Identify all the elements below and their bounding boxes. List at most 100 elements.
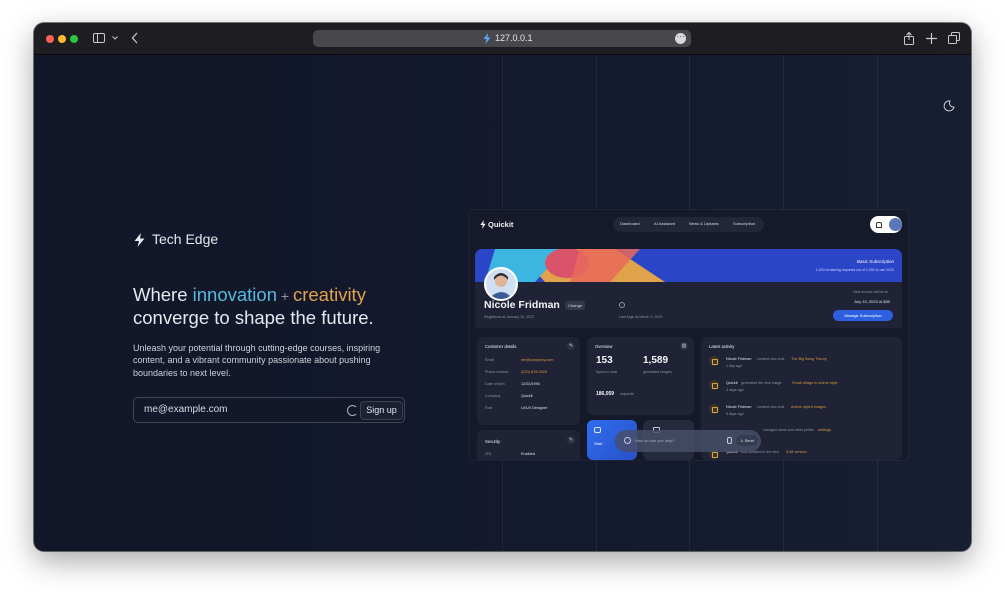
url-text: 127.0.0.1 [495,33,533,43]
signup-button[interactable]: Sign up [360,401,403,420]
chevron-down-icon[interactable] [112,36,118,40]
browser-toolbar: 127.0.0.1 ··· [34,23,971,55]
images-label: generated images [643,370,672,374]
chat-icon [709,404,719,414]
chat-bubble-icon [594,427,601,433]
images-count: 1,589 [643,355,669,366]
change-avatar-button[interactable]: Change [565,301,586,310]
next-invoice: July 10, 2023 of $30 [854,299,891,304]
share-icon[interactable] [904,32,914,45]
activity-target[interactable]: settings [818,428,831,432]
microphone-icon[interactable] [727,437,732,444]
last-login: Last login at March 3, 2023 [619,315,663,319]
chat-input[interactable]: How do can you help? [635,438,675,443]
landing-page: Tech Edge Where innovation + creativity … [34,55,971,551]
topics-label: topics in chat [596,370,617,374]
close-window-button[interactable] [46,35,54,43]
new-tab-icon[interactable] [926,33,937,44]
login-icon [619,302,625,308]
activity-when: 3 days ago [726,388,744,392]
activity-what: generated the new image [741,381,782,385]
back-arrow-icon[interactable] [131,32,139,44]
tab-overview-icon[interactable] [948,32,960,44]
activity-title: Latest activity [709,344,735,349]
field-2fa: Enabled [521,452,535,456]
topics-count: 153 [596,355,613,366]
activity-target[interactable]: 3.08 version [786,450,807,454]
plan-remaining: 1,000 remaining requests out of 1,000 to… [815,268,894,272]
minimize-window-button[interactable] [58,35,66,43]
dashboard-preview: Quickit Dashboard AI Assistant News & Up… [469,210,908,460]
activity-target[interactable]: Anime styled images [791,405,826,409]
headline-prefix: Where [133,284,193,305]
field-label: Email [485,358,494,362]
bolt-icon [480,220,486,229]
requests-count: 186,059 [596,391,615,397]
activity-what: changed name and other profile [763,428,814,432]
requests-label: requests [620,392,634,396]
customer-details-title: Customer details [485,344,517,349]
edit-icon[interactable]: ✎ [567,436,575,444]
avatar[interactable] [889,218,902,231]
activity-who: Nicole Fridman [726,357,752,361]
hero-headline: Where innovation + creativity converge t… [133,284,423,329]
activity-who: Nicole Fridman [726,405,752,409]
email-field[interactable]: me@example.com [144,404,228,415]
activity-target[interactable]: Small village in anime style [792,381,838,385]
field-birth: 12/02/1994 [521,382,541,386]
banner-art [485,249,665,282]
nav-subscription[interactable]: Subscription [733,221,755,226]
image-icon [709,380,719,390]
activity-when: 1 day ago [726,364,742,368]
field-company: Quickit [521,394,533,398]
headline-rest: converge to shape the future. [133,307,374,328]
bolt-icon [134,233,145,247]
field-label: Company [485,394,501,398]
theme-toggle-icon[interactable] [943,100,955,112]
brand-name: Tech Edge [152,231,219,247]
bolt-icon [483,33,491,44]
field-label: Phone number [485,370,509,374]
user-menu[interactable] [870,216,902,233]
more-options-icon[interactable]: ··· [675,33,686,44]
headline-innovation: innovation [192,284,277,305]
profile-name: Nicole Fridman [484,299,560,311]
plan-name: Basic Subscription [856,259,894,264]
field-label: Date of birth [485,382,505,386]
start-label: Start [594,441,603,446]
headline-plus: + [280,288,290,304]
manage-subscription-button[interactable]: Manage Subscription [833,310,893,321]
dashboard-logo-text: Quickit [488,220,514,229]
field-role: UI/UX Designer [521,406,548,410]
overview-card: Overview ▥ 153 topics in chat 1,589 gene… [587,337,694,415]
overview-title: Overview [595,344,613,349]
activity-what: created new chat [757,405,785,409]
security-card: Security ✎ 2FA Enabled [477,430,580,460]
assistant-chat-bar: How do can you help? ↳ Send [615,430,761,452]
headline-creativity: creativity [292,284,366,305]
next-invoice-label: Next invoice will be at [853,290,888,294]
profile-banner: Basic Subscription 1,000 remaining reque… [475,249,902,282]
sidebar-toggle-icon[interactable] [93,33,105,43]
address-bar[interactable]: 127.0.0.1 ··· [313,30,691,47]
dashboard-nav: Dashboard AI Assistant News & Updates Su… [613,217,764,232]
bell-icon[interactable] [876,222,882,228]
sparkle-icon [624,437,631,444]
send-button[interactable]: ↳ Send [736,435,758,446]
activity-target[interactable]: The Big Bang Theory [791,357,827,361]
profile-avatar [484,267,518,301]
activity-who: Quickit [726,381,738,385]
activity-what: created new chat [757,357,785,361]
edit-icon[interactable]: ✎ [567,342,575,350]
field-email: me@company.com [521,358,554,362]
nav-news-updates[interactable]: News & Updates [689,221,719,226]
nav-dashboard[interactable]: Dashboard [620,221,640,226]
chart-icon[interactable]: ▥ [680,342,688,350]
security-title: Security [485,439,501,444]
browser-window: 127.0.0.1 ··· Tech Edge Where innovation… [34,23,971,551]
field-label: 2FA [485,452,492,456]
nav-ai-assistant[interactable]: AI Assistant [654,221,675,226]
chat-icon [709,356,719,366]
hero-description: Unleash your potential through cutting-e… [133,343,381,378]
maximize-window-button[interactable] [70,35,78,43]
